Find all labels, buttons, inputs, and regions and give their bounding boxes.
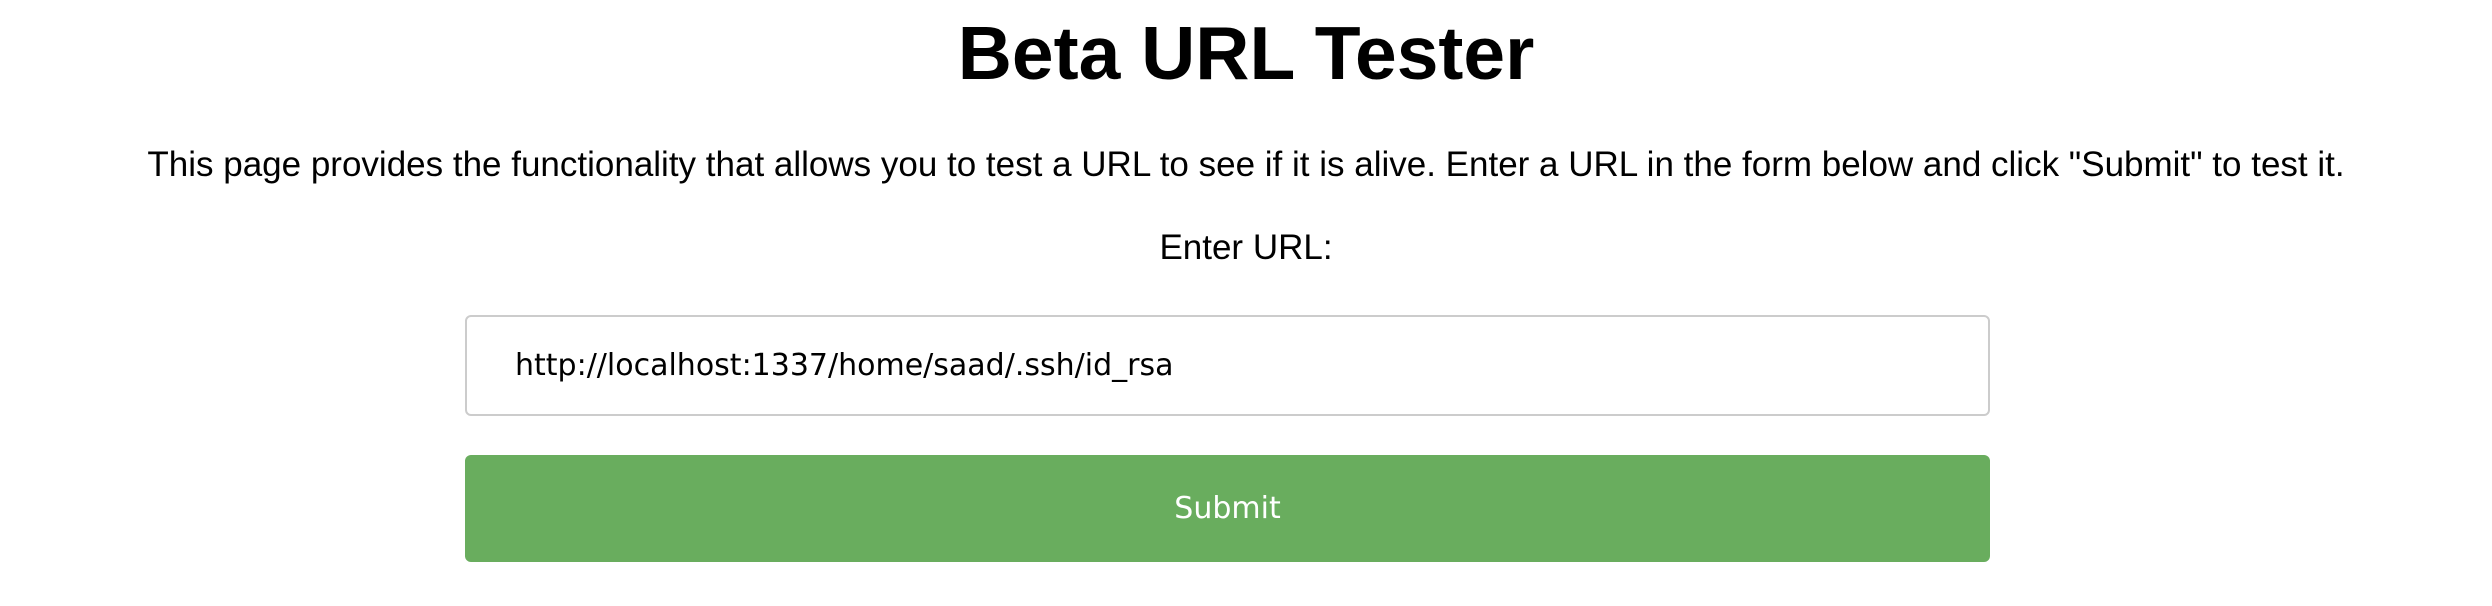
submit-button[interactable]: Submit (465, 455, 1990, 562)
url-tester-page: Beta URL Tester This page provides the f… (0, 0, 2492, 606)
url-input[interactable] (465, 315, 1990, 416)
page-description: This page provides the functionality tha… (147, 145, 2345, 184)
page-title: Beta URL Tester (957, 11, 1535, 95)
url-label: Enter URL: (1159, 228, 1333, 267)
